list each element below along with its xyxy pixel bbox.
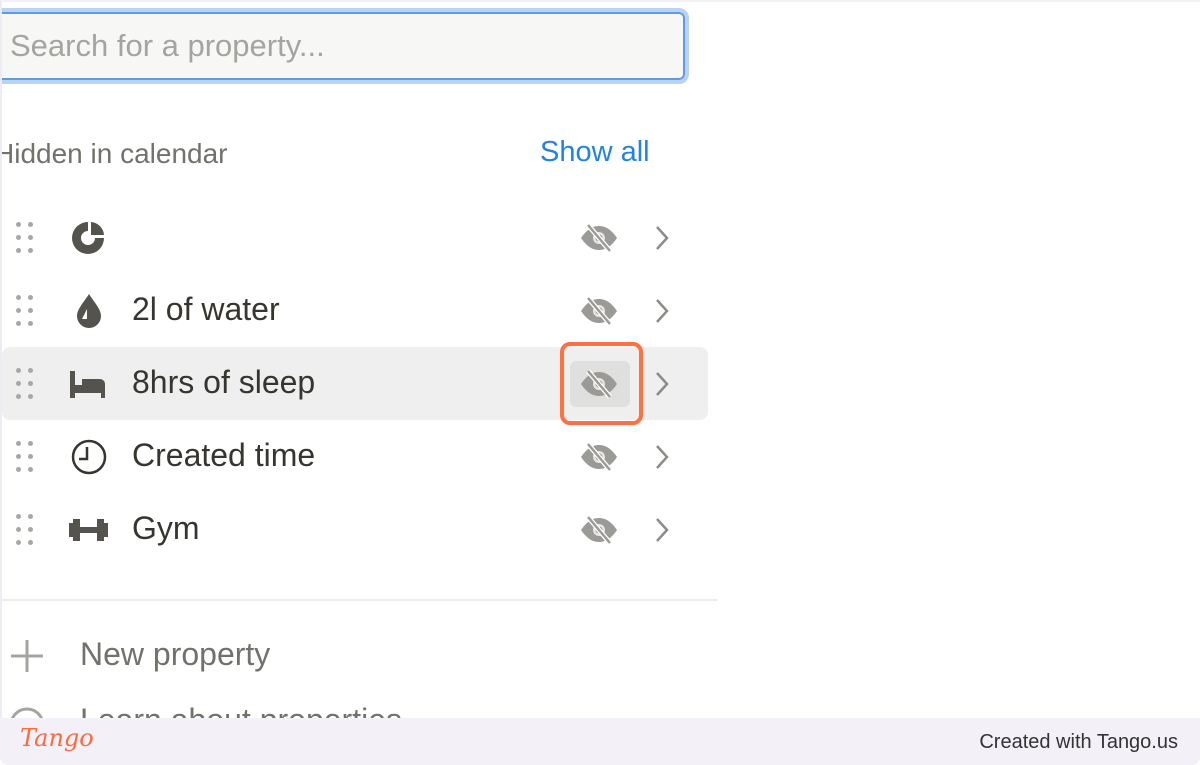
drag-handle-icon[interactable] bbox=[14, 295, 36, 327]
section-title: Hidden in calendar bbox=[0, 138, 228, 169]
search-input[interactable] bbox=[10, 12, 670, 80]
chevron-right-icon[interactable] bbox=[652, 223, 672, 253]
chevron-right-icon[interactable] bbox=[652, 369, 672, 399]
drag-handle-icon[interactable] bbox=[14, 441, 36, 473]
new-property-label: New property bbox=[80, 636, 271, 672]
eye-off-icon bbox=[581, 515, 617, 545]
plus-icon bbox=[11, 640, 43, 672]
chevron-right-icon[interactable] bbox=[652, 515, 672, 545]
eye-off-icon bbox=[581, 223, 617, 253]
chevron-right-icon[interactable] bbox=[652, 296, 672, 326]
help-icon bbox=[10, 707, 44, 718]
credit-text: Created with Tango.us bbox=[979, 731, 1178, 753]
new-property-button[interactable]: New property bbox=[2, 624, 718, 684]
learn-label: Learn about properties bbox=[80, 702, 402, 718]
search-box[interactable] bbox=[2, 8, 689, 84]
toggle-visibility-button[interactable] bbox=[570, 288, 630, 334]
eye-off-icon bbox=[581, 296, 617, 326]
chevron-right-icon[interactable] bbox=[652, 442, 672, 472]
eye-off-icon bbox=[581, 442, 617, 472]
property-row[interactable]: 2l of water bbox=[2, 274, 708, 347]
divider bbox=[2, 599, 718, 601]
toggle-visibility-button[interactable] bbox=[570, 507, 630, 553]
property-row[interactable]: Created time bbox=[2, 420, 708, 493]
property-label: 8hrs of sleep bbox=[132, 364, 316, 400]
footer: Tango Created with Tango.us bbox=[0, 718, 1200, 765]
dumbbell-icon bbox=[68, 511, 108, 549]
drag-handle-icon[interactable] bbox=[14, 368, 36, 400]
click-highlight bbox=[560, 342, 643, 425]
property-label: 2l of water bbox=[132, 291, 280, 327]
drag-handle-icon[interactable] bbox=[14, 514, 36, 546]
property-row[interactable]: Gym bbox=[2, 493, 708, 566]
show-all-button[interactable]: Show all bbox=[540, 136, 650, 169]
clock-icon bbox=[68, 438, 108, 476]
water-drop-icon bbox=[68, 292, 108, 330]
property-row[interactable] bbox=[2, 201, 708, 274]
pie-chart-icon bbox=[68, 219, 108, 257]
toggle-visibility-button[interactable] bbox=[570, 434, 630, 480]
bed-icon bbox=[68, 365, 108, 403]
toggle-visibility-button[interactable] bbox=[570, 215, 630, 261]
property-label: Gym bbox=[132, 510, 200, 546]
property-label: Created time bbox=[132, 437, 316, 473]
drag-handle-icon[interactable] bbox=[14, 222, 36, 254]
property-panel: Hidden in calendar Show all 2l of water … bbox=[0, 0, 1200, 718]
tango-logo: Tango bbox=[20, 724, 94, 752]
